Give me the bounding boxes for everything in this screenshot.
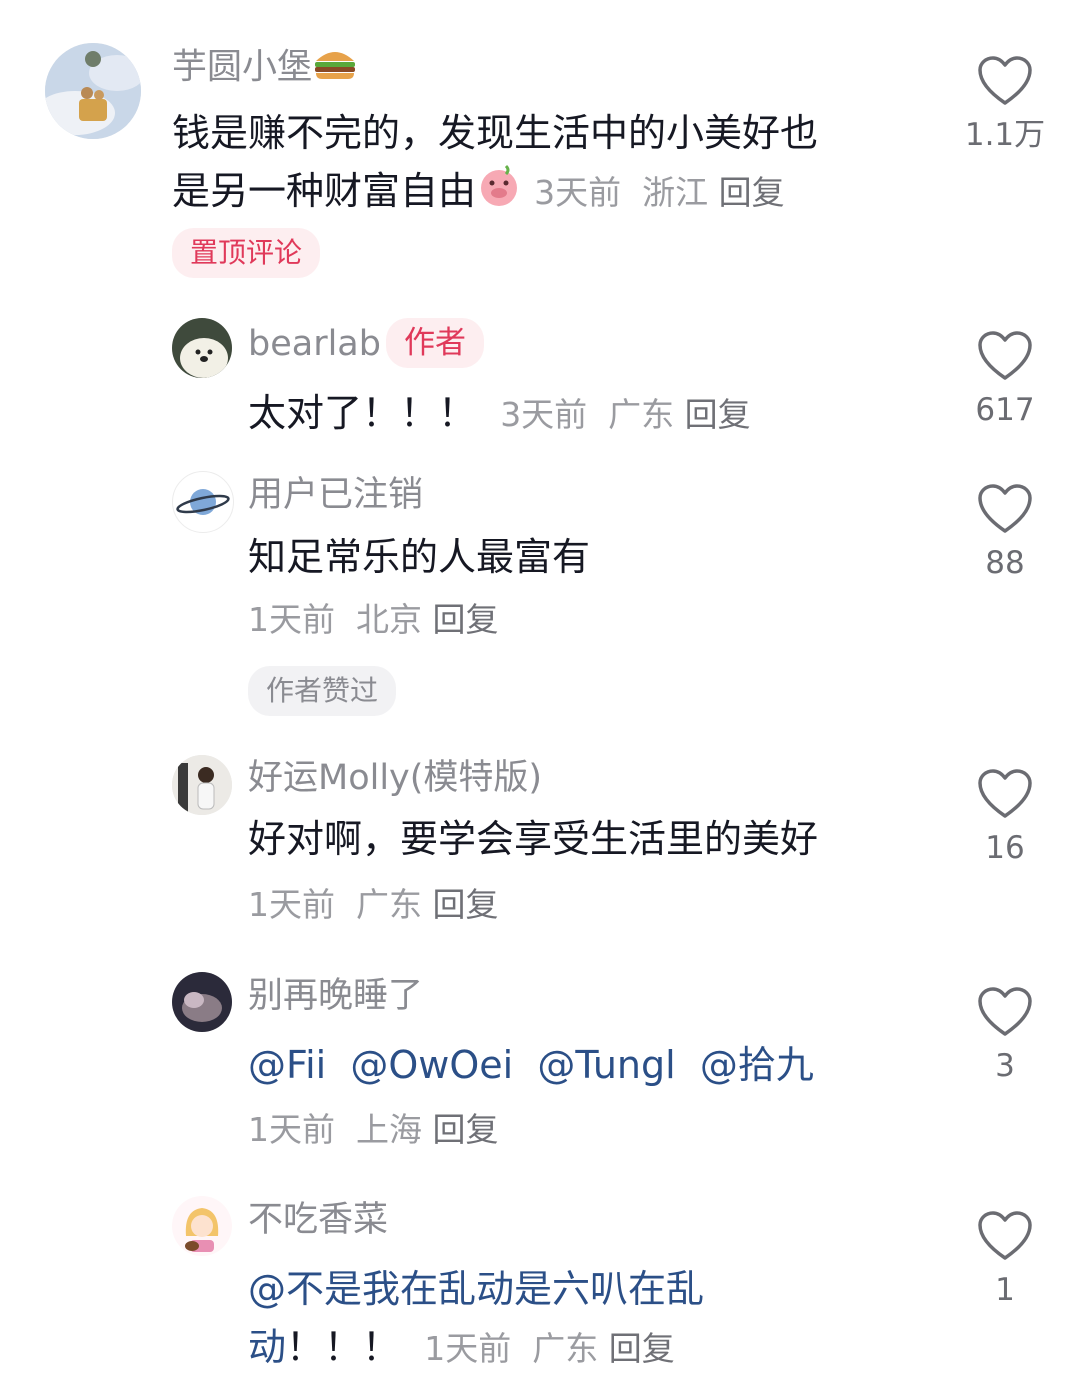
like-button[interactable]: 3 — [955, 986, 1055, 1086]
location: 广东 — [355, 885, 422, 924]
username[interactable]: 不吃香菜 — [248, 1198, 388, 1242]
mention-link[interactable]: @拾九 — [700, 1043, 814, 1087]
comment-text: 钱是赚不完的，发现生活中的小美好也 是另一种财富自由 3天前 浙江 回复 — [172, 104, 818, 225]
comment-meta: 1天前 北京 回复 — [248, 598, 498, 642]
like-count: 3 — [995, 1048, 1015, 1084]
mention-link[interactable]: @Fii — [248, 1043, 326, 1087]
username[interactable]: 好运Molly(模特版) — [248, 756, 542, 800]
timestamp: 1天前 — [248, 885, 335, 924]
username[interactable]: 用户已注销 — [248, 473, 423, 517]
mention-link[interactable]: @OwOei — [350, 1043, 513, 1087]
like-button[interactable]: 1 — [955, 1210, 1055, 1310]
avatar[interactable] — [172, 972, 232, 1032]
comment-text: 好对啊，要学会享受生活里的美好 — [248, 817, 819, 861]
location: 浙江 — [642, 173, 709, 212]
timestamp: 3天前 — [534, 173, 622, 212]
like-count: 1.1万 — [964, 117, 1046, 153]
timestamp: 1天前 — [424, 1329, 512, 1368]
heart-outline-icon — [978, 987, 1032, 1036]
heart-outline-icon — [978, 331, 1032, 380]
avatar[interactable] — [172, 318, 232, 378]
mention-list: @Fii @OwOei @Tungl @拾九 — [248, 1036, 814, 1094]
reply-button[interactable]: 回复 — [719, 173, 785, 212]
pig-face-icon — [476, 163, 522, 225]
like-button[interactable]: 1.1万 — [955, 55, 1055, 155]
location: 上海 — [355, 1110, 422, 1149]
like-count: 16 — [985, 830, 1025, 866]
location: 广东 — [608, 395, 675, 434]
reply-button[interactable]: 回复 — [432, 1110, 498, 1149]
comment-text: @不是我在乱动是六叭在乱 动！！！ 1天前 广东 回复 — [248, 1260, 704, 1378]
comment-meta: 1天前 广东 回复 — [248, 883, 498, 927]
heart-outline-icon — [978, 56, 1032, 105]
timestamp: 1天前 — [248, 600, 335, 639]
avatar[interactable] — [172, 1196, 232, 1256]
reply-button[interactable]: 回复 — [432, 600, 498, 639]
comment-text: 太对了！！！ 3天前 广东 回复 — [248, 391, 751, 435]
burger-icon — [312, 45, 358, 92]
heart-outline-icon — [978, 769, 1032, 818]
reply-button[interactable]: 回复 — [609, 1329, 675, 1368]
author-badge: 作者 — [386, 318, 484, 368]
like-count: 1 — [995, 1272, 1015, 1308]
heart-outline-icon — [978, 1211, 1032, 1260]
like-button[interactable]: 617 — [955, 330, 1055, 430]
like-count: 617 — [975, 392, 1035, 428]
username[interactable]: bearlab — [248, 322, 381, 366]
reply-button[interactable]: 回复 — [432, 885, 498, 924]
username[interactable]: 芋圆小堡 — [172, 45, 358, 92]
reply-button[interactable]: 回复 — [685, 395, 751, 434]
mention-link[interactable]: @Tungl — [537, 1043, 675, 1087]
mention-link-continued[interactable]: 动 — [248, 1325, 286, 1369]
like-count: 88 — [985, 545, 1025, 581]
like-button[interactable]: 88 — [955, 483, 1055, 583]
avatar[interactable] — [172, 471, 234, 533]
mention-link[interactable]: @不是我在乱动是六叭在乱 — [248, 1260, 704, 1318]
comment-text: 知足常乐的人最富有 — [248, 535, 591, 579]
pinned-badge: 置顶评论 — [172, 228, 321, 278]
author-liked-badge: 作者赞过 — [248, 666, 397, 716]
heart-outline-icon — [978, 484, 1032, 533]
comment-meta: 1天前 上海 回复 — [248, 1108, 498, 1152]
timestamp: 1天前 — [248, 1110, 335, 1149]
like-button[interactable]: 16 — [955, 768, 1055, 868]
username[interactable]: 别再晚睡了 — [248, 974, 423, 1018]
location: 北京 — [355, 600, 422, 639]
timestamp: 3天前 — [500, 395, 588, 434]
avatar[interactable] — [172, 755, 232, 815]
location: 广东 — [532, 1329, 599, 1368]
avatar[interactable] — [45, 43, 141, 139]
